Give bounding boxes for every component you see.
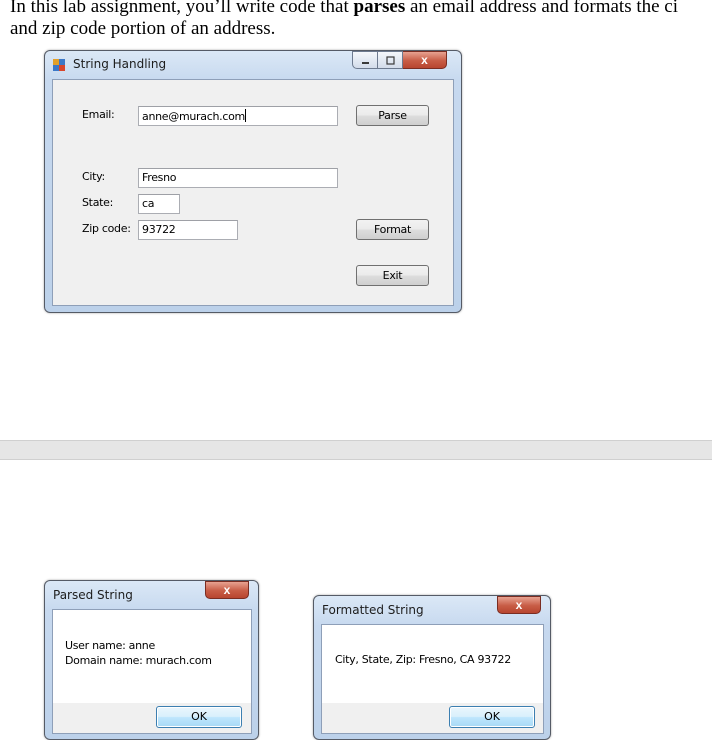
formatted-ok-button[interactable]: OK	[449, 706, 535, 728]
format-button[interactable]: Format	[356, 219, 429, 240]
formatted-dialog-client: City, State, Zip: Fresno, CA 93722 OK	[321, 624, 544, 734]
zip-code-label: Zip code:	[82, 222, 131, 235]
minimize-icon	[361, 61, 369, 64]
parsed-string-dialog: Parsed String x User name: anne Domain n…	[44, 580, 259, 740]
instructions-line2: and zip code portion of an address.	[10, 18, 276, 39]
email-input[interactable]: anne@murach.com	[138, 106, 338, 126]
parsed-ok-button[interactable]: OK	[156, 706, 242, 728]
parsed-dialog-close-button[interactable]: x	[205, 581, 249, 599]
zip-code-input[interactable]: 93722	[138, 220, 238, 240]
close-icon: x	[223, 583, 231, 597]
instructions-line1-prefix: In this lab assignment, you’ll write cod…	[10, 0, 354, 17]
formatted-city-state-zip: City, State, Zip: Fresno, CA 93722	[335, 653, 511, 666]
parsed-dialog-caption-buttons: x	[205, 581, 249, 600]
caption-buttons: x	[352, 51, 447, 70]
city-input[interactable]: Fresno	[138, 168, 338, 188]
close-button[interactable]: x	[403, 51, 447, 69]
window-title: String Handling	[73, 57, 167, 71]
parsed-user-name: User name: anne	[65, 639, 155, 652]
instructions-text: In this lab assignment, you’ll write cod…	[10, 0, 678, 40]
parsed-domain-name: Domain name: murach.com	[65, 654, 212, 667]
parsed-dialog-client: User name: anne Domain name: murach.com …	[52, 609, 252, 734]
email-label: Email:	[82, 108, 115, 121]
window-client-area: Email: anne@murach.com Parse City: Fresn…	[52, 79, 454, 306]
instructions-line1-suffix: an email address and formats the ci	[405, 0, 679, 17]
page-divider	[0, 440, 712, 460]
close-icon: x	[421, 53, 428, 67]
app-icon	[53, 59, 65, 71]
parse-button[interactable]: Parse	[356, 105, 429, 126]
close-icon: x	[515, 598, 523, 612]
string-handling-window: String Handling x Email: anne@murach.com…	[44, 50, 462, 313]
instructions-bold-word: parses	[353, 0, 406, 17]
formatted-dialog-title: Formatted String	[322, 603, 424, 617]
parsed-dialog-title: Parsed String	[53, 588, 133, 602]
exit-button[interactable]: Exit	[356, 265, 429, 286]
formatted-dialog-caption-buttons: x	[497, 596, 541, 615]
formatted-dialog-close-button[interactable]: x	[497, 596, 541, 614]
text-caret	[244, 109, 246, 122]
city-label: City:	[82, 170, 105, 183]
formatted-string-dialog: Formatted String x City, State, Zip: Fre…	[313, 595, 551, 740]
maximize-icon	[385, 55, 395, 65]
minimize-button[interactable]	[352, 51, 378, 69]
state-label: State:	[82, 196, 114, 209]
state-input[interactable]: ca	[138, 194, 180, 214]
maximize-button[interactable]	[378, 51, 403, 69]
email-input-value: anne@murach.com	[142, 110, 245, 123]
